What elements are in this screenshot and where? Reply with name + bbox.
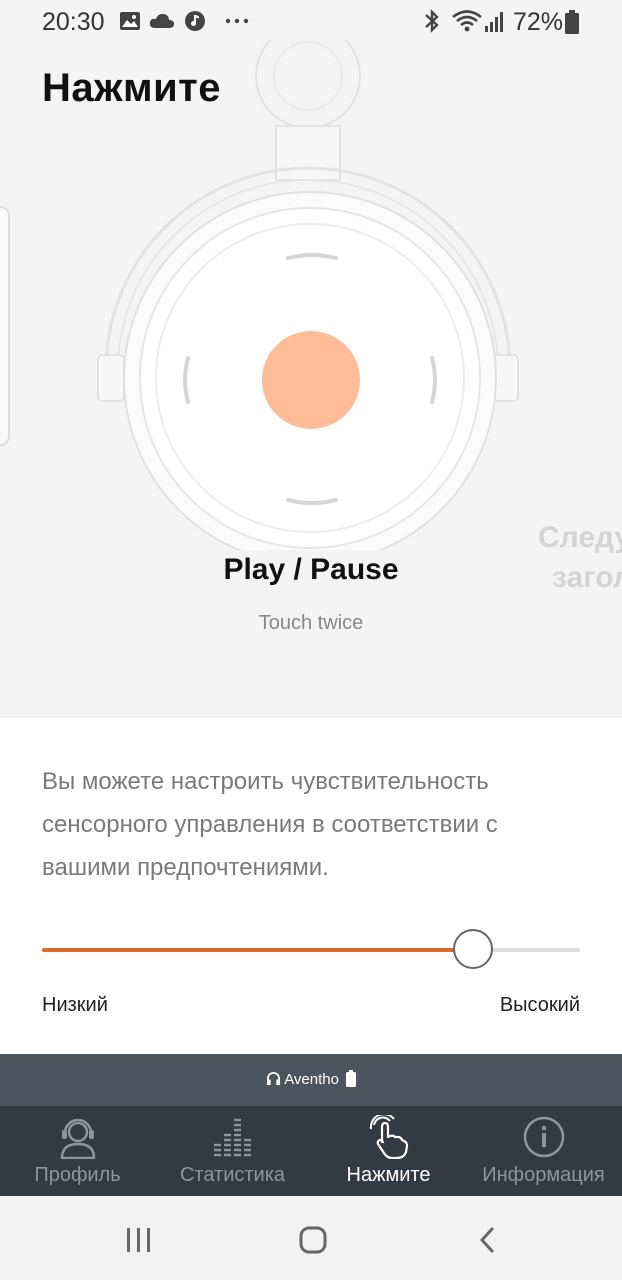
next-peek-line1: Следу (538, 521, 622, 554)
headphones-icon (266, 1072, 280, 1086)
status-time: 20:30 (42, 8, 105, 36)
sensitivity-description: Вы можете настроить чувствительность сен… (42, 768, 498, 881)
tab-label: Статистика (179, 1164, 286, 1186)
next-peek-line2: загол (552, 561, 622, 594)
signal-icon (485, 12, 503, 32)
sensitivity-slider-fill (42, 948, 474, 952)
tab-statistics[interactable]: Статистика (155, 1106, 310, 1196)
tab-touch[interactable]: Нажмите (311, 1106, 466, 1196)
tab-label: Нажмите (346, 1164, 431, 1186)
cloud-notification-icon (149, 13, 174, 28)
tap-indicator-dot (262, 331, 360, 429)
bluetooth-icon (425, 9, 439, 33)
back-icon[interactable] (478, 1226, 496, 1254)
profile-headset-icon (60, 1118, 96, 1159)
tab-information[interactable]: Информация (466, 1106, 621, 1196)
slider-low-label: Низкий (42, 994, 108, 1016)
device-name: Aventho (284, 1071, 339, 1088)
tab-label: Информация (482, 1164, 605, 1186)
next-gesture-peek[interactable]: Следу загол (538, 518, 622, 598)
gesture-name: Play / Pause (223, 553, 399, 586)
tab-label: Профиль (34, 1164, 121, 1186)
touch-hand-icon (369, 1115, 409, 1159)
headphone-earcup-illustration (97, 40, 519, 550)
more-notifications-icon (225, 18, 249, 24)
slider-high-label: Высокий (499, 994, 580, 1016)
system-navigation-bar (0, 1196, 622, 1280)
home-icon[interactable] (299, 1226, 327, 1254)
recent-apps-icon[interactable] (126, 1228, 152, 1252)
connected-device: Aventho (0, 1070, 622, 1088)
previous-page-peek[interactable] (0, 206, 10, 446)
info-icon (523, 1116, 565, 1158)
battery-icon (565, 10, 579, 34)
device-battery-icon (346, 1070, 357, 1087)
gallery-notification-icon (120, 12, 140, 30)
wifi-icon (452, 10, 482, 32)
battery-percent: 72% (513, 8, 564, 36)
gesture-hint: Touch twice (258, 612, 364, 634)
music-notification-icon (185, 11, 205, 31)
tab-profile[interactable]: Профиль (0, 1106, 155, 1196)
equalizer-icon (214, 1118, 251, 1157)
